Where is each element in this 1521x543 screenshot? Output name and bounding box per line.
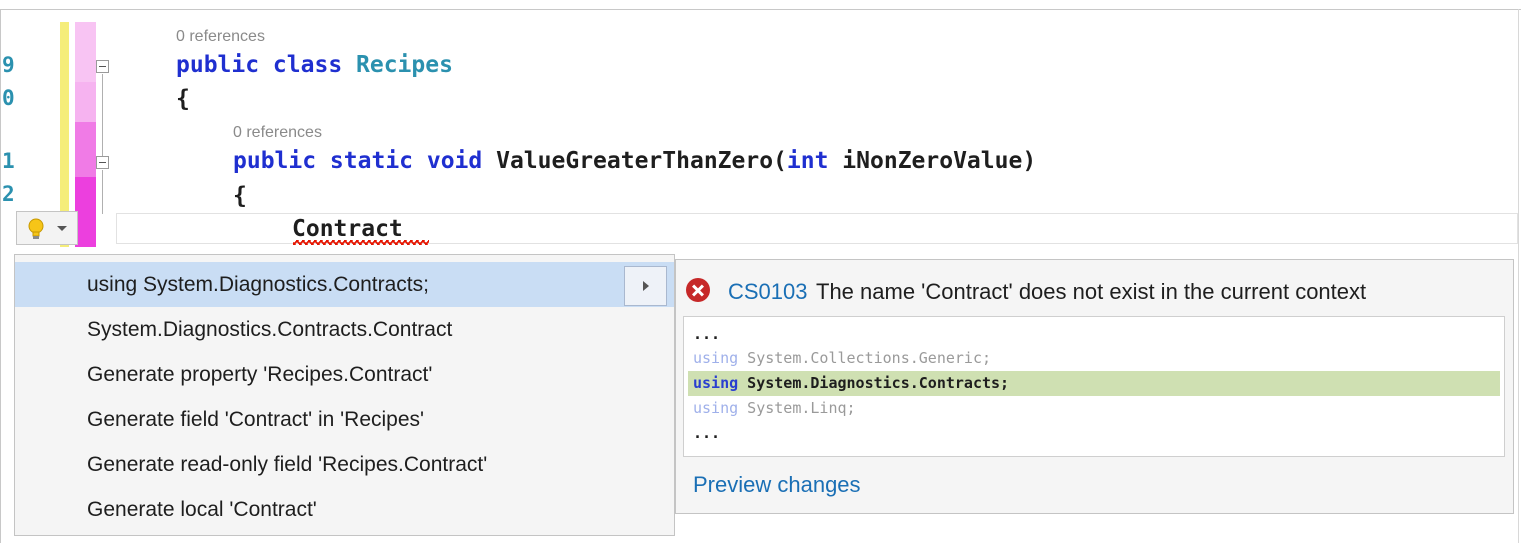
menu-item-fully-qualify[interactable]: System.Diagnostics.Contracts.Contract bbox=[15, 307, 674, 352]
outline-guide bbox=[102, 74, 103, 156]
change-marker bbox=[75, 122, 96, 177]
method-name: ValueGreaterThanZero( bbox=[496, 148, 787, 174]
window-top-edge bbox=[0, 0, 1521, 10]
menu-item-label: using System.Diagnostics.Contracts; bbox=[87, 273, 429, 296]
lightbulb-icon bbox=[27, 218, 45, 246]
collapse-method-toggle[interactable] bbox=[96, 156, 109, 169]
class-declaration: public class Recipes bbox=[176, 50, 453, 80]
outline-guide bbox=[102, 170, 103, 214]
diff-line-context: using System.Linq; bbox=[693, 399, 856, 417]
brace: { bbox=[233, 183, 247, 209]
chevron-down-icon bbox=[57, 226, 67, 231]
quick-actions-menu: using System.Diagnostics.Contracts; Syst… bbox=[14, 254, 675, 536]
codelens-references[interactable]: 0 references bbox=[233, 124, 322, 142]
method-declaration: public static void ValueGreaterThanZero(… bbox=[233, 146, 1036, 176]
diff-line-added: using System.Diagnostics.Contracts; bbox=[688, 371, 1500, 396]
diff-line-context: using System.Collections.Generic; bbox=[693, 349, 992, 367]
collapse-class-toggle[interactable] bbox=[96, 60, 109, 73]
preview-changes-link[interactable]: Preview changes bbox=[693, 472, 861, 498]
error-code-link[interactable]: CS0103 bbox=[728, 279, 808, 305]
menu-item-generate-property[interactable]: Generate property 'Recipes.Contract' bbox=[15, 352, 674, 397]
brace: { bbox=[176, 86, 190, 112]
error-squiggle bbox=[293, 240, 429, 245]
expand-submenu-button[interactable] bbox=[624, 266, 667, 306]
line-number: 2 bbox=[2, 182, 15, 206]
change-marker bbox=[75, 22, 96, 82]
diff-preview: ... using System.Collections.Generic; us… bbox=[683, 316, 1505, 457]
window-right-edge bbox=[1518, 9, 1519, 543]
codelens-references[interactable]: 0 references bbox=[176, 28, 265, 46]
menu-item-generate-field[interactable]: Generate field 'Contract' in 'Recipes' bbox=[15, 397, 674, 442]
window-left-edge bbox=[0, 9, 1, 543]
diff-ellipsis: ... bbox=[693, 424, 721, 442]
error-icon bbox=[686, 278, 710, 302]
menu-item-add-using[interactable]: using System.Diagnostics.Contracts; bbox=[15, 262, 674, 307]
quick-actions-lightbulb-button[interactable] bbox=[16, 211, 78, 245]
class-name: Recipes bbox=[356, 52, 453, 78]
error-message: The name 'Contract' does not exist in th… bbox=[816, 279, 1367, 304]
line-number: 1 bbox=[2, 149, 15, 173]
line-number: 9 bbox=[2, 53, 15, 77]
change-marker bbox=[75, 82, 96, 122]
line-number: 0 bbox=[2, 86, 15, 110]
keyword: public static void bbox=[233, 148, 497, 174]
diff-ellipsis: ... bbox=[693, 325, 721, 343]
keyword: public class bbox=[176, 52, 357, 78]
change-marker bbox=[75, 177, 96, 247]
menu-item-generate-local[interactable]: Generate local 'Contract' bbox=[15, 487, 674, 532]
keyword: int bbox=[786, 148, 829, 174]
menu-item-generate-readonly-field[interactable]: Generate read-only field 'Recipes.Contra… bbox=[15, 442, 674, 487]
fix-preview-panel: CS0103 The name 'Contract' does not exis… bbox=[675, 259, 1514, 514]
parameter: iNonZeroValue) bbox=[828, 148, 1037, 174]
